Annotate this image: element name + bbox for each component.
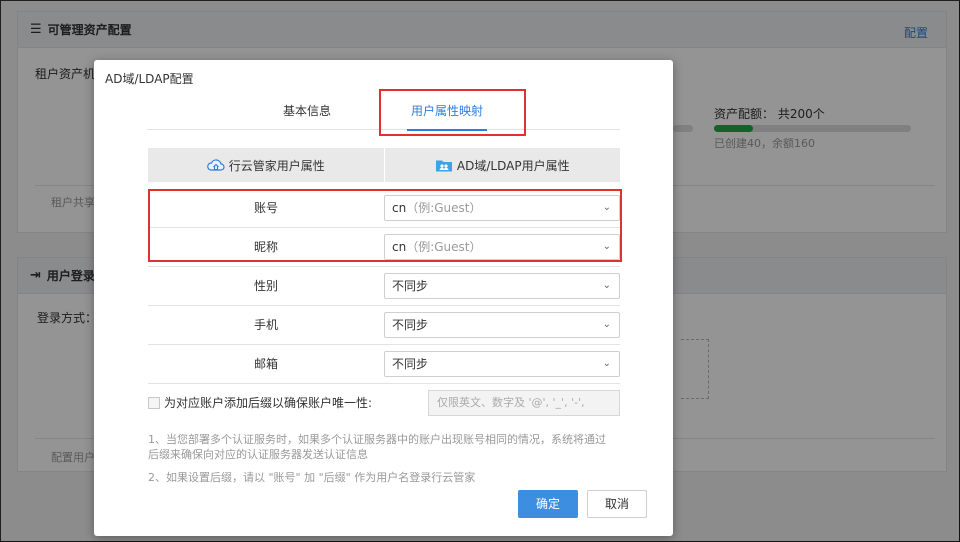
mapping-table-header: 行云管家用户属性 AD域/LDAP用户属性 [148,148,620,182]
mapping-row-label: 邮箱 [253,357,278,371]
screenshot-frame: ☰ 可管理资产配置 配置 租户资产机 资产配额： 共200个 已创建40，余额1… [0,0,960,542]
mapping-row-email: 邮箱 不同步 ⌄ [148,345,620,384]
rows-highlight-box [148,189,622,262]
mapping-row-phone: 手机 不同步 ⌄ [148,306,620,345]
tab-highlight-box [379,89,526,136]
email-attribute-select[interactable]: 不同步 ⌄ [384,351,620,377]
phone-attribute-select[interactable]: 不同步 ⌄ [384,312,620,338]
gender-attribute-select[interactable]: 不同步 ⌄ [384,273,620,299]
tab-basic-info[interactable]: 基本信息 [267,92,347,130]
right-column-header-label: AD域/LDAP用户属性 [456,158,570,173]
left-column-header-label: 行云管家用户属性 [228,158,325,173]
select-value: 不同步 [392,357,429,371]
attribute-mapping-table: 行云管家用户属性 AD域/LDAP用户属性 账号 cn（例:Guest） ⌄ 昵… [148,148,620,384]
suffix-checkbox[interactable] [148,397,160,409]
right-column-header: AD域/LDAP用户属性 [385,148,621,182]
mapping-row-label: 性别 [253,279,278,293]
suffix-label: 为对应账户添加后缀以确保账户唯一性: [164,396,373,410]
confirm-button[interactable]: 确定 [518,490,578,518]
mapping-row-gender: 性别 不同步 ⌄ [148,267,620,306]
folder-users-icon [435,157,453,173]
chevron-down-icon: ⌄ [602,280,611,291]
cloud-home-icon [206,157,225,173]
mapping-row-label: 手机 [253,318,278,332]
cancel-button[interactable]: 取消 [587,490,647,518]
note-multiple-auth: 1、当您部署多个认证服务时，如果多个认证服务器中的账户出现账号相同的情况，系统将… [148,433,606,461]
left-column-header: 行云管家用户属性 [148,148,385,182]
ldap-config-dialog: AD域/LDAP配置 基本信息 用户属性映射 行云管家用户属性 AD域/LDAP… [94,60,673,536]
suffix-row: 为对应账户添加后缀以确保账户唯一性: 仅限英文、数字及 '@', '_', '-… [148,390,620,416]
select-value: 不同步 [392,279,429,293]
chevron-down-icon: ⌄ [602,319,611,330]
select-value: 不同步 [392,318,429,332]
dialog-title: AD域/LDAP配置 [105,72,194,86]
note-suffix-login: 2、如果设置后缀，请以 "账号" 加 "后缀" 作为用户名登录行云管家 [148,471,476,484]
chevron-down-icon: ⌄ [602,358,611,369]
suffix-input[interactable]: 仅限英文、数字及 '@', '_', '-', [428,390,620,416]
